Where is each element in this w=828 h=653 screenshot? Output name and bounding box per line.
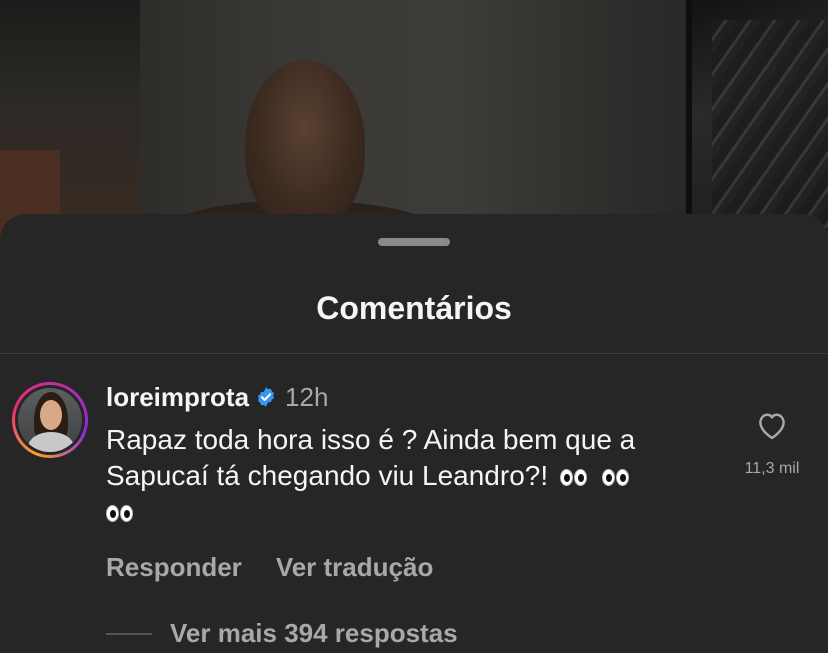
comment-body: Rapaz toda hora isso é ? Ainda bem que a… — [106, 422, 736, 530]
more-replies-button[interactable]: Ver mais 394 respostas — [106, 618, 458, 649]
like-area: 11,3 mil — [736, 410, 808, 478]
video-background — [0, 0, 828, 240]
avatar[interactable] — [12, 382, 88, 458]
more-replies-label: Ver mais 394 respostas — [170, 618, 458, 648]
like-count: 11,3 mil — [744, 460, 800, 477]
heart-icon[interactable] — [755, 410, 789, 440]
eyes-emoji — [559, 458, 644, 494]
replies-divider-line — [106, 632, 152, 635]
eyes-emoji — [106, 494, 148, 530]
comments-sheet: Comentários loreimprota 12h Rapaz toda h… — [0, 214, 828, 653]
comment-text: Rapaz toda hora isso é ? Ainda bem que a… — [106, 424, 636, 491]
reply-button[interactable]: Responder — [106, 552, 242, 583]
comment-actions: Responder Ver tradução — [106, 552, 467, 583]
comment-time: 12h — [285, 381, 329, 412]
drag-handle[interactable] — [378, 238, 450, 246]
verified-badge-icon — [257, 387, 275, 407]
username[interactable]: loreimprota — [106, 382, 249, 413]
sheet-title: Comentários — [316, 290, 512, 326]
video-painting — [712, 20, 828, 240]
avatar-image — [18, 388, 82, 452]
comment-meta: loreimprota 12h — [106, 380, 328, 414]
translate-button[interactable]: Ver tradução — [276, 552, 434, 583]
divider — [0, 353, 828, 354]
video-person-head — [245, 60, 365, 230]
